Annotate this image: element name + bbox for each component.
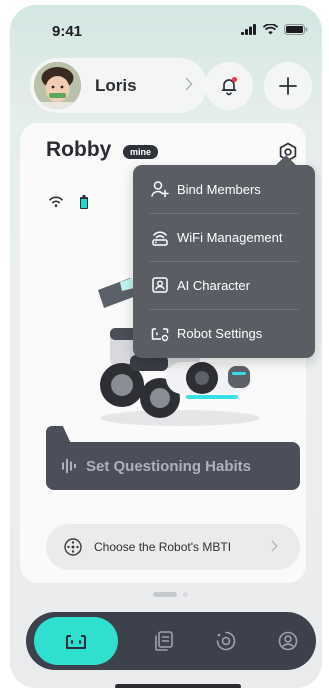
bell-icon [221,76,238,96]
profile-switcher[interactable]: Loris [30,58,207,113]
robot-battery-icon [80,195,88,209]
tab-profile[interactable] [264,612,312,670]
mbti-label: Choose the Robot's MBTI [94,540,232,554]
choose-mbti-button[interactable]: Choose the Robot's MBTI [46,524,300,570]
profile-icon [278,631,298,651]
home-indicator [115,684,241,688]
tab-discover[interactable] [202,612,250,670]
chevron-right-icon [185,77,193,91]
mbti-dots-icon [64,538,82,556]
page-dot [183,592,188,597]
tab-documents[interactable] [140,612,188,670]
tab-robot[interactable] [34,617,118,665]
menu-item-bind-members[interactable]: Bind Members [133,165,315,213]
wifi-status-icon [263,24,278,35]
menu-item-wifi-management[interactable]: WiFi Management [133,213,315,261]
menu-item-label: AI Character [177,277,250,293]
sound-wave-icon [62,458,76,474]
menu-item-label: WiFi Management [177,229,283,245]
robot-wifi-icon [49,196,63,207]
menu-item-label: Robot Settings [177,325,263,341]
page-indicator [153,592,188,597]
character-card-icon [151,276,169,294]
wifi-router-icon [151,228,169,246]
chevron-right-icon [271,540,278,552]
add-user-icon [151,180,169,198]
menu-item-robot-settings[interactable]: Robot Settings [133,309,315,357]
page-dot-active [153,592,177,597]
status-time: 9:41 [52,23,83,40]
discover-icon [216,631,236,651]
mine-badge: mine [123,145,159,159]
set-questioning-habits-button[interactable]: Set Questioning Habits [46,442,300,490]
add-button[interactable] [264,62,312,110]
plus-icon [279,77,297,95]
profile-name: Loris [95,75,137,95]
robot-settings-icon [151,324,169,342]
robot-options-menu: Bind Members WiFi Management AI Characte… [133,165,315,358]
phone-screen: 9:41 Loris Robby mine Set Questioning Ha… [10,5,322,688]
document-icon [155,631,173,651]
notifications-button[interactable] [205,62,253,110]
menu-item-ai-character[interactable]: AI Character [133,261,315,309]
robot-name: Robby [46,138,112,161]
cellular-signal-icon [241,24,256,35]
avatar [34,62,81,109]
status-icons [241,24,308,35]
robot-icon [66,635,86,649]
menu-item-label: Bind Members [177,181,261,197]
habits-label: Set Questioning Habits [86,457,252,475]
battery-status-icon [284,24,308,35]
